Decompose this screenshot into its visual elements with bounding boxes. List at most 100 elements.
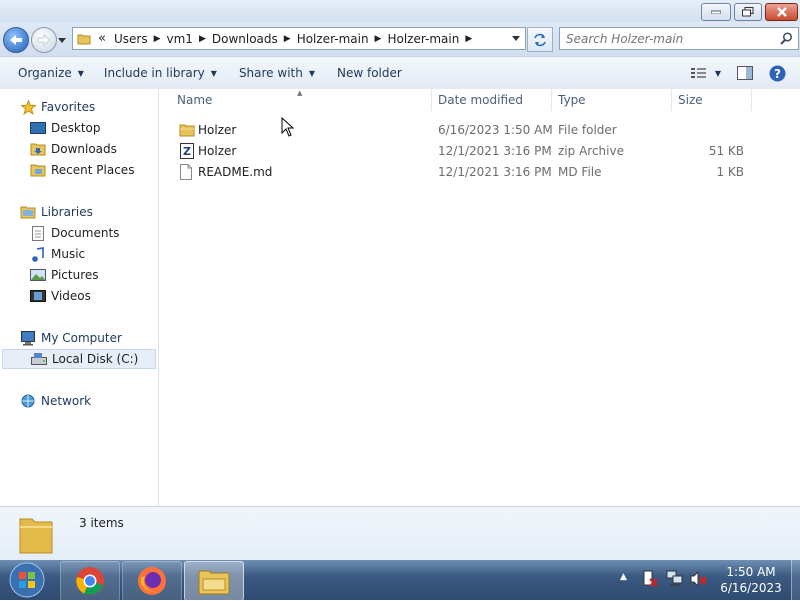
- column-header-date-modified[interactable]: Date modified: [432, 89, 552, 111]
- nav-recent-places-label: Recent Places: [51, 163, 135, 177]
- refresh-icon: [534, 33, 546, 46]
- breadcrumb-vm1[interactable]: vm1: [163, 32, 197, 46]
- search-box[interactable]: [559, 27, 799, 50]
- share-with-label: Share with: [238, 66, 303, 80]
- nav-network[interactable]: Network: [20, 391, 91, 411]
- breadcrumb-downloads[interactable]: Downloads: [208, 32, 282, 46]
- nav-my-computer[interactable]: My Computer: [20, 328, 122, 348]
- nav-downloads[interactable]: Downloads: [30, 139, 117, 159]
- nav-downloads-label: Downloads: [51, 142, 117, 156]
- chevron-right-icon[interactable]: ▶: [282, 34, 293, 44]
- file-size: [678, 119, 744, 140]
- address-bar[interactable]: « Users ▶ vm1 ▶ Downloads ▶ Holzer-main …: [72, 27, 526, 50]
- command-bar: Organize ▼ Include in library ▼ Share wi…: [0, 56, 800, 90]
- nav-videos[interactable]: Videos: [30, 286, 91, 306]
- windows-logo-icon: [9, 562, 45, 598]
- help-icon: ?: [769, 65, 786, 81]
- forward-button[interactable]: [31, 27, 57, 53]
- breadcrumb-users[interactable]: Users: [110, 32, 152, 46]
- file-date: 6/16/2023 1:50 AM: [438, 122, 553, 137]
- file-type: File folder: [558, 122, 617, 137]
- include-in-library-button[interactable]: Include in library ▼: [95, 60, 226, 86]
- column-header-size[interactable]: Size: [672, 89, 752, 111]
- chevron-right-icon[interactable]: ▶: [197, 34, 208, 44]
- file-row-readme[interactable]: README.md 12/1/2021 3:16 PM MD File 1 KB: [159, 161, 800, 182]
- nav-documents[interactable]: Documents: [30, 223, 119, 243]
- nav-favorites[interactable]: Favorites: [20, 97, 95, 117]
- nav-music[interactable]: Music: [30, 244, 85, 264]
- recent-pages-dropdown[interactable]: [58, 33, 68, 45]
- chevron-down-icon: ▼: [77, 68, 84, 78]
- nav-network-label: Network: [41, 394, 92, 408]
- column-header-type[interactable]: Type: [552, 89, 672, 111]
- taskbar-firefox[interactable]: [122, 561, 182, 601]
- refresh-button[interactable]: [527, 27, 553, 52]
- chevron-down-icon: [58, 38, 66, 43]
- preview-pane-button[interactable]: [729, 60, 761, 86]
- nav-pictures[interactable]: Pictures: [30, 265, 99, 285]
- document-icon: [179, 161, 193, 182]
- file-row-holzer-zip[interactable]: Z Holzer 12/1/2021 3:16 PM zip Archive 5…: [159, 140, 800, 161]
- hard-drive-icon: [31, 351, 47, 367]
- address-history-dropdown[interactable]: [507, 35, 525, 42]
- file-name: Holzer: [198, 143, 237, 158]
- network-tray-icon[interactable]: [666, 570, 684, 591]
- include-in-library-label: Include in library: [103, 66, 205, 80]
- organize-button[interactable]: Organize ▼: [9, 60, 93, 86]
- search-input[interactable]: [560, 30, 775, 47]
- change-view-button[interactable]: [687, 60, 711, 86]
- file-type: zip Archive: [558, 143, 624, 158]
- show-hidden-icons-button[interactable]: ▲: [620, 572, 627, 582]
- taskbar-chrome[interactable]: [60, 561, 120, 601]
- nav-music-label: Music: [51, 247, 86, 261]
- file-size: 1 KB: [716, 164, 744, 179]
- new-folder-label: New folder: [337, 66, 402, 80]
- chevron-right-icon[interactable]: ▶: [463, 34, 474, 44]
- music-note-icon: [30, 246, 46, 262]
- documents-icon: [30, 225, 46, 241]
- view-options-dropdown[interactable]: ▼: [711, 60, 729, 86]
- file-date: 12/1/2021 3:16 PM: [438, 143, 552, 158]
- nav-local-disk[interactable]: Local Disk (C:): [2, 349, 156, 369]
- share-with-button[interactable]: Share with ▼: [230, 60, 324, 86]
- help-button[interactable]: ?: [761, 60, 800, 86]
- show-desktop-button[interactable]: [791, 560, 800, 600]
- pictures-icon: [30, 267, 46, 283]
- nav-desktop-label: Desktop: [51, 121, 101, 135]
- chevron-right-icon[interactable]: ▶: [152, 34, 163, 44]
- search-icon[interactable]: [775, 32, 798, 45]
- nav-documents-label: Documents: [51, 226, 120, 240]
- file-date: 12/1/2021 3:16 PM: [438, 164, 552, 179]
- volume-muted-icon[interactable]: [690, 570, 708, 591]
- nav-libraries[interactable]: Libraries: [20, 202, 93, 222]
- file-row-holzer-folder[interactable]: Holzer 6/16/2023 1:50 AM File folder: [159, 119, 800, 140]
- overflow-crumb[interactable]: «: [94, 31, 110, 46]
- action-center-icon[interactable]: [642, 570, 658, 591]
- chevron-right-icon[interactable]: ▶: [373, 34, 384, 44]
- breadcrumb-holzer-main[interactable]: Holzer-main: [383, 32, 463, 46]
- mouse-cursor-icon: [281, 116, 295, 140]
- close-icon: [776, 7, 787, 17]
- network-icon: [20, 393, 36, 409]
- file-type: MD File: [558, 164, 602, 179]
- nav-desktop[interactable]: Desktop: [30, 118, 101, 138]
- new-folder-button[interactable]: New folder: [328, 60, 411, 86]
- view-list-icon: [690, 68, 706, 78]
- minimize-button[interactable]: [701, 3, 731, 21]
- clock-date: 6/16/2023: [720, 581, 782, 595]
- nav-recent-places[interactable]: Recent Places: [30, 160, 134, 180]
- start-button[interactable]: [4, 561, 50, 599]
- explorer-folder-icon: [198, 570, 230, 595]
- breadcrumb-holzer-main-parent[interactable]: Holzer-main: [293, 32, 373, 46]
- title-bar: [0, 0, 800, 22]
- maximize-button[interactable]: [734, 3, 762, 21]
- column-date-label: Date modified: [438, 93, 524, 107]
- taskbar-explorer[interactable]: [184, 561, 244, 601]
- preview-pane-icon: [737, 66, 753, 80]
- clock[interactable]: 1:50 AM 6/16/2023: [716, 564, 786, 596]
- firefox-icon: [138, 567, 166, 595]
- file-list: Name ▲ Date modified Type Size Holzer 6/…: [159, 89, 800, 506]
- back-button[interactable]: [3, 27, 29, 53]
- organize-label: Organize: [18, 66, 72, 80]
- close-button[interactable]: [765, 3, 798, 21]
